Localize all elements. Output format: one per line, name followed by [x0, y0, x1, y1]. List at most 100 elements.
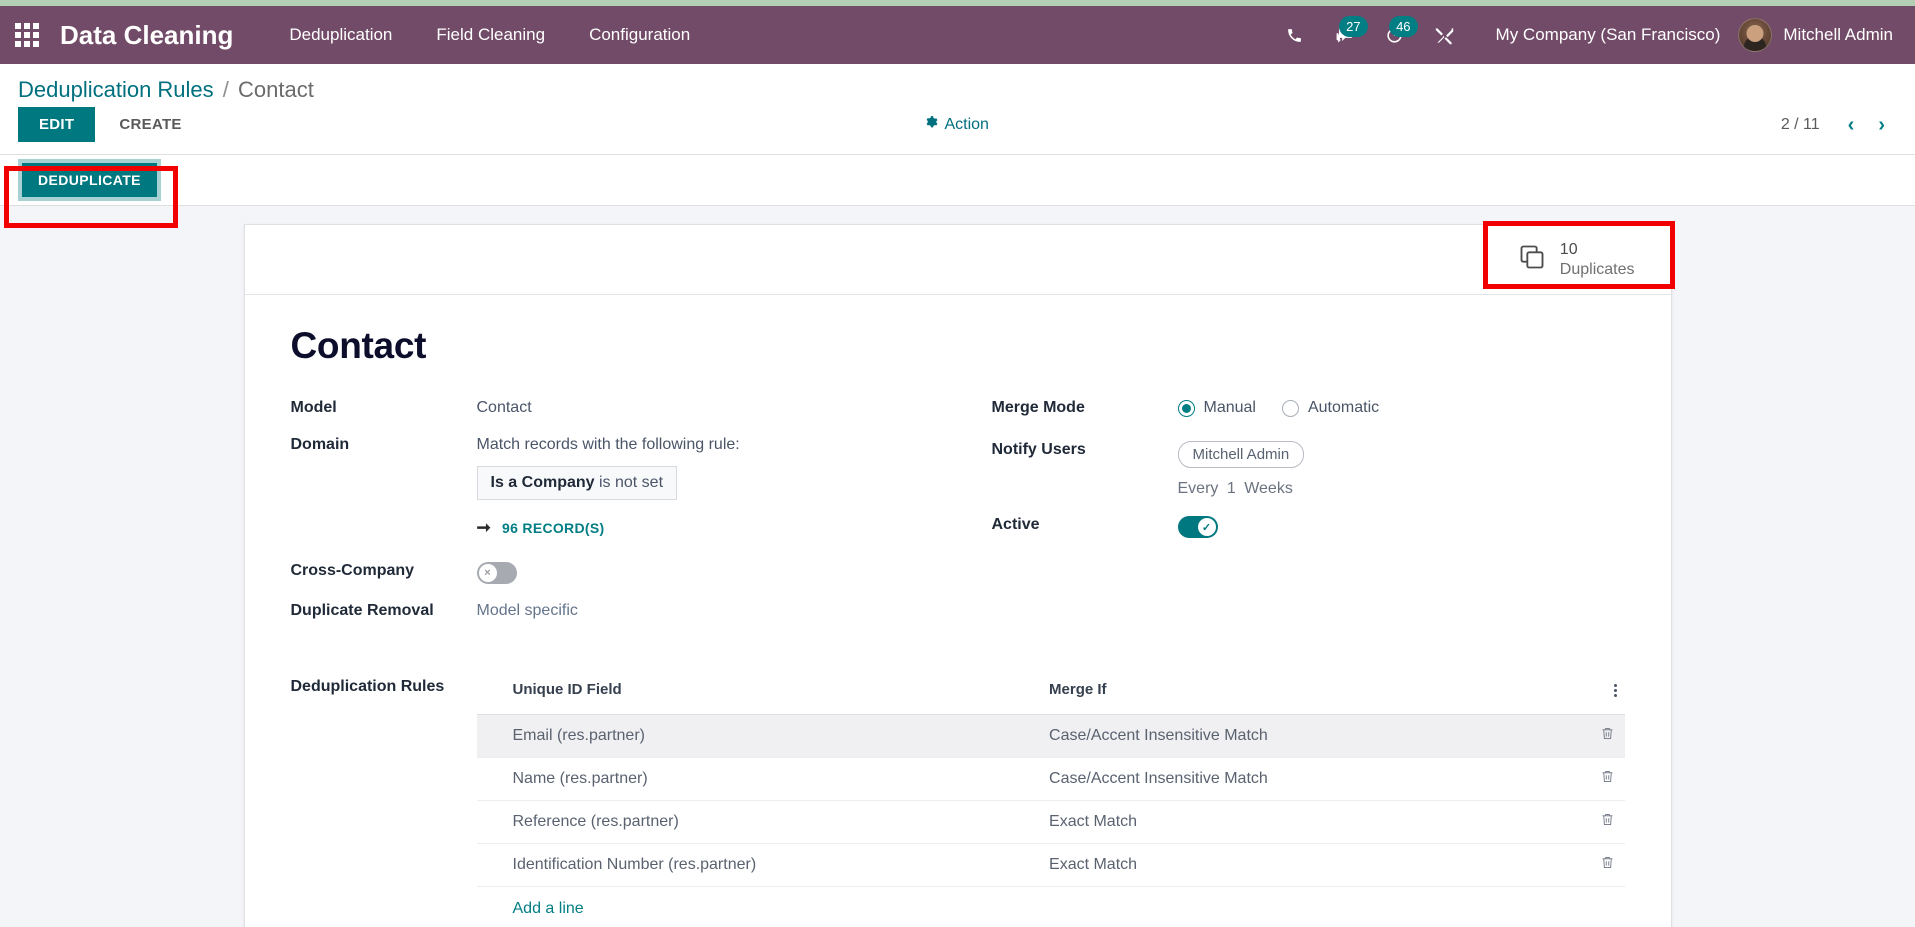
active-toggle-knob: ✓: [1197, 518, 1216, 537]
create-button[interactable]: CREATE: [103, 107, 197, 142]
domain-rule-chip[interactable]: Is a Company is not set: [476, 466, 678, 501]
field-merge-mode-label: Merge Mode: [991, 399, 1085, 417]
deduplicate-button[interactable]: DEDUPLICATE: [22, 163, 157, 197]
navbar-systray: 27 46 My Company (San Francisco) Mitchel…: [1270, 14, 1893, 56]
trash-icon[interactable]: [1600, 811, 1615, 833]
notify-user-tag[interactable]: Mitchell Admin: [1177, 441, 1305, 469]
column-options-header: [1555, 675, 1625, 716]
trash-icon[interactable]: [1600, 854, 1615, 876]
action-menu-button[interactable]: Action: [923, 115, 989, 134]
schedule-every-label: Every: [1177, 480, 1219, 498]
schedule-unit-value[interactable]: Weeks: [1244, 480, 1293, 497]
schedule-interval-value[interactable]: 1: [1227, 480, 1236, 497]
messages-icon[interactable]: 27: [1320, 14, 1370, 56]
field-notify-users-label: Notify Users: [991, 441, 1086, 459]
phone-icon[interactable]: [1270, 14, 1320, 56]
field-active-value: ✓: [1177, 514, 1625, 543]
merge-mode-option-manual[interactable]: Manual: [1177, 399, 1256, 417]
form-column-left: Model Contact Domain Match records with …: [291, 397, 958, 637]
domain-records-link[interactable]: ➞ 96 RECORD(S): [477, 518, 958, 538]
messages-badge: 27: [1339, 16, 1368, 37]
company-selector[interactable]: My Company (San Francisco): [1496, 25, 1721, 45]
dedup-rules-thead: Unique ID Field Merge If: [476, 675, 1625, 716]
field-cross-company: Cross-Company ×: [291, 560, 958, 589]
nav-item-configuration[interactable]: Configuration: [567, 15, 712, 55]
field-active: Active ✓: [992, 514, 1625, 543]
add-line-row[interactable]: Add a line: [477, 887, 1625, 927]
merge-mode-option-automatic[interactable]: Automatic: [1281, 399, 1380, 417]
trash-icon[interactable]: [1600, 768, 1615, 790]
row-merge-if-value[interactable]: Case/Accent Insensitive Match: [1039, 714, 1556, 759]
apps-menu-icon[interactable]: [10, 18, 44, 52]
table-row[interactable]: Name (res.partner) Case/Accent Insensiti…: [476, 757, 1625, 802]
chevron-left-icon[interactable]: ‹: [1838, 113, 1865, 137]
dedup-rules-tbody: Email (res.partner) Case/Accent Insensit…: [476, 714, 1625, 927]
duplicates-label: Duplicates: [1559, 260, 1635, 278]
arrow-right-icon: ➞: [476, 518, 492, 538]
form-sheet-content: Contact Model Contact Domain Match recor…: [245, 295, 1671, 927]
breadcrumb-root-link[interactable]: Deduplication Rules: [18, 77, 214, 102]
row-delete-cell: [1555, 800, 1625, 845]
activities-clock-icon[interactable]: 46: [1370, 14, 1420, 56]
field-model-label: Model: [290, 399, 337, 417]
form-sheet: 10 Duplicates Contact Model Contact Doma…: [243, 224, 1672, 927]
cross-company-toggle[interactable]: ×: [476, 562, 517, 585]
gear-icon: [923, 115, 937, 134]
developer-tools-icon[interactable]: [1420, 14, 1470, 56]
stat-button-box: 10 Duplicates: [244, 225, 1671, 296]
field-active-label: Active: [991, 516, 1040, 534]
activities-badge: 46: [1389, 16, 1418, 37]
edit-button[interactable]: EDIT: [18, 107, 96, 142]
row-delete-cell: [1555, 843, 1625, 888]
form-column-right: Merge Mode Manual Automatic Notify Users…: [958, 397, 1625, 637]
user-menu[interactable]: Mitchell Admin: [1738, 18, 1893, 52]
breadcrumb-current: Contact: [238, 77, 314, 102]
merge-mode-automatic-label: Automatic: [1307, 399, 1380, 417]
control-panel-buttons: EDIT CREATE Action 2 / 11 ‹ ›: [0, 107, 1915, 154]
active-toggle[interactable]: ✓: [1177, 516, 1218, 539]
row-field-value[interactable]: Reference (res.partner): [476, 800, 1040, 845]
duplicates-copy-icon: [1518, 243, 1546, 276]
row-delete-cell: [1555, 757, 1625, 802]
column-header-merge-if: Merge If: [1039, 675, 1556, 716]
field-model-value[interactable]: Contact: [477, 397, 958, 417]
control-panel: Deduplication Rules / Contact EDIT CREAT…: [0, 64, 1915, 154]
field-merge-mode: Merge Mode Manual Automatic: [992, 397, 1625, 423]
field-cross-company-value: ×: [476, 560, 958, 589]
row-field-value[interactable]: Name (res.partner): [476, 757, 1040, 802]
add-a-line-button[interactable]: Add a line: [477, 887, 1625, 927]
row-field-value[interactable]: Identification Number (res.partner): [476, 843, 1040, 888]
dedup-rules-section: Deduplication Rules Unique ID Field Merg…: [291, 675, 1625, 927]
domain-intro-text: Match records with the following rule:: [476, 436, 740, 454]
page-title: Contact: [290, 325, 427, 367]
domain-chip-field: Is a Company: [490, 474, 595, 492]
field-duplicate-removal: Duplicate Removal Model specific: [291, 600, 958, 626]
row-merge-if-value[interactable]: Exact Match: [1039, 843, 1556, 888]
table-row[interactable]: Email (res.partner) Case/Accent Insensit…: [476, 714, 1625, 759]
field-domain-value: Match records with the following rule: I…: [476, 434, 958, 538]
merge-mode-radio-group: Manual Automatic: [1177, 399, 1625, 417]
trash-icon[interactable]: [1600, 725, 1615, 747]
user-name-label: Mitchell Admin: [1783, 25, 1893, 44]
radio-unselected-icon: [1281, 399, 1299, 417]
action-label: Action: [944, 115, 989, 133]
duplicates-stat-button[interactable]: 10 Duplicates: [1504, 234, 1653, 285]
domain-records-count: 96 RECORD(S): [502, 520, 605, 537]
row-delete-cell: [1555, 714, 1625, 759]
add-line-cell: Add a line: [477, 887, 1625, 927]
schedule-line: Every 1 Weeks: [1178, 480, 1625, 498]
nav-item-deduplication[interactable]: Deduplication: [267, 15, 414, 55]
row-merge-if-value[interactable]: Exact Match: [1039, 800, 1556, 845]
row-merge-if-value[interactable]: Case/Accent Insensitive Match: [1039, 757, 1556, 802]
table-row[interactable]: Reference (res.partner) Exact Match: [476, 800, 1625, 845]
table-row[interactable]: Identification Number (res.partner) Exac…: [476, 843, 1625, 888]
nav-item-field-cleaning[interactable]: Field Cleaning: [414, 15, 567, 55]
merge-mode-manual-label: Manual: [1203, 399, 1256, 417]
vertical-dots-icon[interactable]: [1613, 683, 1617, 697]
row-field-value[interactable]: Email (res.partner): [476, 714, 1040, 759]
duplicates-count: 10: [1559, 241, 1578, 258]
pager-value: 2 / 11: [1780, 115, 1820, 133]
field-duplicate-removal-label: Duplicate Removal: [290, 602, 434, 620]
app-brand-title[interactable]: Data Cleaning: [60, 20, 233, 51]
chevron-right-icon[interactable]: ›: [1868, 113, 1895, 137]
